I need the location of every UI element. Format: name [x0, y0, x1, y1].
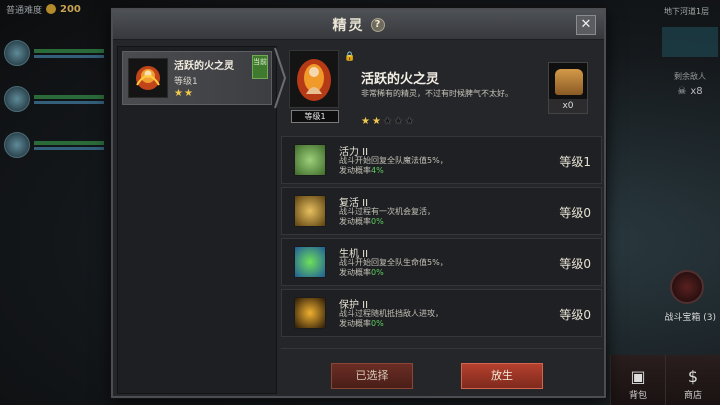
- action-bar: 已选择 放生: [281, 348, 602, 389]
- skill-chance: 4%: [371, 166, 384, 175]
- gold-amount: 200: [60, 3, 81, 15]
- vitality-icon: [294, 144, 326, 176]
- battle-chest-label: 战斗宝箱 (3): [664, 313, 716, 323]
- stars-empty: ★★★: [382, 116, 416, 127]
- lock-icon[interactable]: 🔒: [344, 52, 355, 62]
- level-badge: 等级1: [291, 110, 339, 123]
- skill-row-vitality[interactable]: 活力 II 战斗开始回复全队魔法值5%， 发动概率4% 等级1: [281, 136, 602, 184]
- close-button[interactable]: ✕: [576, 15, 596, 35]
- fire-spirit-portrait: [289, 50, 339, 108]
- battle-chest-icon[interactable]: [670, 270, 704, 304]
- bag-label: 背包: [628, 391, 647, 401]
- shop-button[interactable]: $ 商店: [665, 355, 720, 405]
- help-icon[interactable]: ?: [370, 17, 385, 32]
- skill-row-protect[interactable]: 保护 II 战斗过程随机抵挡敌人进攻， 发动概率0% 等级0: [281, 289, 602, 337]
- party-member[interactable]: [4, 122, 104, 168]
- skill-list: 活力 II 战斗开始回复全队魔法值5%， 发动概率4% 等级1 复活 II 战斗…: [281, 136, 602, 340]
- skill-chance-label: 发动概率: [339, 268, 371, 277]
- skill-row-revive[interactable]: 复活 II 战斗过程有一次机会复活， 发动概率0% 等级0: [281, 187, 602, 235]
- food-slot[interactable]: x0: [548, 62, 588, 114]
- party-list: [4, 30, 104, 168]
- skill-description: 战斗过程有一次机会复活，: [339, 207, 435, 216]
- minimap[interactable]: [662, 27, 718, 57]
- release-button[interactable]: 放生: [461, 363, 543, 389]
- skill-row-life[interactable]: 生机 II 战斗开始回复全队生命值5%， 发动概率0% 等级0: [281, 238, 602, 286]
- skill-chance: 0%: [371, 217, 384, 226]
- selected-button[interactable]: 已选择: [331, 363, 413, 389]
- food-count: x0: [549, 99, 587, 113]
- skill-level: 等级1: [559, 155, 591, 169]
- enemies-count: x8: [690, 86, 703, 97]
- skill-chance: 0%: [371, 268, 384, 277]
- skill-chance-label: 发动概率: [339, 217, 371, 226]
- avatar: [4, 132, 30, 158]
- skill-level: 等级0: [559, 257, 591, 271]
- detail-stars: ★★★★★: [361, 116, 416, 127]
- coin-icon: [46, 4, 57, 14]
- skill-level: 等级0: [559, 206, 591, 220]
- modal-header: 精灵 ? ✕: [113, 10, 604, 40]
- area-name: 地下河道1层: [664, 7, 710, 16]
- spirit-modal: 精灵 ? ✕ 活跃的火之灵 等级1 ★★ 当前 🔒 等级1 活跃的火之灵 非常稀…: [111, 8, 606, 398]
- difficulty-label: 普通难度: [6, 5, 43, 16]
- spirit-level: 等级1: [174, 77, 198, 87]
- party-member[interactable]: [4, 30, 104, 76]
- list-item[interactable]: 活跃的火之灵 等级1 ★★ 当前: [122, 51, 272, 105]
- shield-icon: [294, 297, 326, 329]
- leaf-icon: [294, 246, 326, 278]
- spirit-name: 活跃的火之灵: [174, 61, 234, 72]
- dollar-icon: $: [687, 367, 699, 386]
- detail-name: 活跃的火之灵: [361, 72, 440, 87]
- bread-icon: [555, 69, 583, 95]
- spirit-list: 活跃的火之灵 等级1 ★★ 当前: [117, 46, 277, 394]
- bottom-hud-buttons: ▣ 背包 $ 商店: [610, 355, 720, 405]
- current-tag: 当前: [252, 55, 268, 79]
- shop-label: 商店: [683, 391, 702, 401]
- modal-title: 精灵: [332, 17, 365, 34]
- skill-description: 战斗开始回复全队魔法值5%，: [339, 156, 448, 165]
- top-left-status: 普通难度 200: [0, 0, 110, 18]
- skill-description: 战斗开始回复全队生命值5%，: [339, 258, 448, 267]
- skill-level: 等级0: [559, 308, 591, 322]
- spirit-stars: ★★: [174, 88, 194, 99]
- bag-button[interactable]: ▣ 背包: [610, 355, 665, 405]
- spirit-detail: 🔒 等级1 活跃的火之灵 非常稀有的精灵，不过有时候脾气不太好。 ★★★★★ x…: [281, 46, 602, 394]
- avatar: [4, 86, 30, 112]
- skull-icon: ☠: [677, 86, 687, 97]
- fire-spirit-icon: [128, 58, 168, 98]
- revive-icon: [294, 195, 326, 227]
- party-member[interactable]: [4, 76, 104, 122]
- bag-icon: ▣: [630, 367, 646, 386]
- right-hud: 地下河道1层 剩余敌人 ☠ x8: [660, 0, 720, 405]
- skill-chance-label: 发动概率: [339, 166, 371, 175]
- detail-description: 非常稀有的精灵，不过有时候脾气不太好。: [361, 89, 513, 98]
- avatar: [4, 40, 30, 66]
- skill-chance: 0%: [371, 319, 384, 328]
- skill-chance-label: 发动概率: [339, 319, 371, 328]
- skill-description: 战斗过程随机抵挡敌人进攻，: [339, 309, 443, 318]
- enemies-label: 剩余敌人: [674, 72, 706, 81]
- stars-filled: ★★: [361, 116, 383, 127]
